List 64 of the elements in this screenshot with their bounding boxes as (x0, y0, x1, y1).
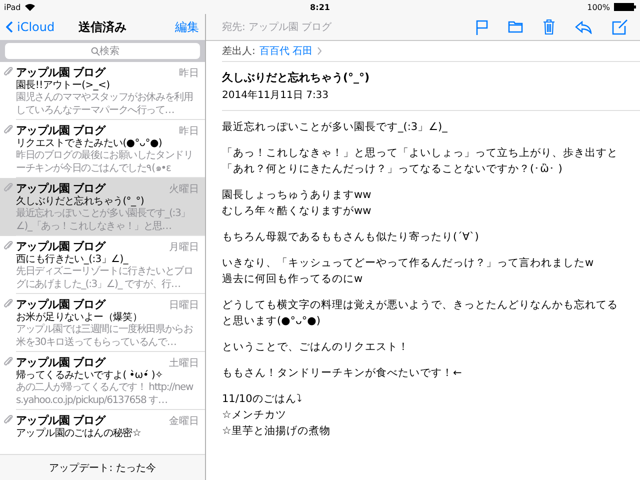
trash-icon[interactable] (543, 19, 555, 35)
message-preview: 園児さんのママやスタッフがお休みを利用していろんなテーマパークへ行って… (16, 92, 194, 117)
message-preview: 最近忘れっぽいことが多い園長です_(:3」∠)_「あっ！これしなきゃ！」と思… (16, 208, 191, 233)
message-date: 昨日 (179, 67, 199, 80)
battery-percent: 100% (587, 2, 610, 12)
body-text: ☆里芋と油揚げの煮物 (222, 424, 332, 439)
sender-name: アップル園 ブログ (16, 413, 106, 428)
from-label: 差出人: (222, 44, 256, 58)
body-text: いきなり、「キッシュってどーやって作るんだっけ？」って言われましたw (222, 256, 595, 271)
sender-name: アップル園 ブログ (16, 239, 106, 254)
flag-icon[interactable] (476, 20, 488, 34)
message-subject: 園長!!アウトー(>_<) (16, 79, 111, 92)
message-date: 月曜日 (169, 241, 199, 254)
message-date: 火曜日 (169, 182, 199, 196)
body-text: ☆メンチカツ (222, 408, 288, 423)
body-text: もちろん母親であるももさんも似たり寄ったり(´∀`) (222, 230, 480, 245)
body-text: 11/10のごはん⤵ (222, 392, 304, 407)
device-label: iPad (4, 2, 21, 12)
message-subject: アップル園のごはんの秘密☆ (16, 427, 142, 440)
body-text: 園長しょっちゅうありますww (222, 188, 372, 203)
compose-icon[interactable] (612, 19, 628, 35)
message-preview: 先日ディズニーリゾートに行きたいとブログにあげました_(:3」∠)_ ですが、行… (16, 266, 194, 291)
body-text: ということで、ごはんのリクエスト！ (222, 340, 410, 355)
update-status: アップデート: たった今 (0, 454, 205, 480)
message-subject: リクエストできたみたい(●°ᴗ°●) (16, 137, 163, 150)
body-text: 「あっ！これしなきゃ！」と思って「よいしょっ」って立ち上がり、歩き出すと「あれ？何とりにきたんだっけ？」ってなることないですか？(･ὢ･ ) (222, 146, 619, 177)
message-preview: あの二人が帰ってくるんです！ http://news.yahoo.co.jp/pickup/6137658 す… (16, 382, 194, 407)
back-button[interactable]: iCloud (6, 20, 55, 34)
message-preview: 昨日のブログの最後にお願いしたタンドリーチキンが今日のごはんでした٩(๑•ε (16, 150, 194, 175)
sender-name: アップル園 ブログ (16, 123, 106, 138)
body-text: ももさん！タンドリーチキンが食べたいです！← (222, 366, 463, 381)
reply-icon[interactable] (575, 20, 592, 34)
email-date: 2014年11月11日 7:33 (222, 89, 330, 103)
sender-name: アップル園 ブログ (16, 181, 106, 196)
search-icon (90, 46, 100, 56)
message-subject: 久しぶりだと忘れちゃう(°_°) (16, 195, 146, 208)
body-text: 過去に何回も作ってるのにw (222, 272, 364, 287)
message-subject: お米が足りないよー（爆笑） (16, 311, 144, 324)
message-date: 日曜日 (169, 299, 199, 312)
sender-name: アップル園 ブログ (16, 355, 106, 370)
search-field[interactable]: 検索 (5, 43, 200, 59)
mailbox-title: 送信済み (78, 18, 126, 36)
recipient-line: 宛先: アップル園 ブログ (222, 20, 332, 34)
email-subject: 久しぶりだと忘れちゃう(°_°) (222, 70, 371, 86)
message-item[interactable]: アップル園 ブログ 火曜日 久しぶりだと忘れちゃう(°_°) 最近忘れっぽいことが多い園長です_(:3」∠)_「あっ！これしなきゃ！」と思… (0, 178, 205, 236)
folder-icon[interactable] (508, 21, 523, 33)
body-text: どうしても横文字の料理は覚えが悪いようで、きっとたんどりなんかも忘れてると思います(●°ᴗ°●) (222, 298, 619, 329)
body-text: 最近忘れっぽいことが多い園長です_(:3」∠)_ (222, 120, 448, 135)
sender-link[interactable]: 百百代 石田 (259, 44, 313, 58)
clock-time: 8:21 (310, 2, 330, 12)
message-preview: アップル園では三週間に一度秋田県からお米を30キロ送ってもらっているんで… (16, 324, 194, 349)
sender-name: アップル園 ブログ (16, 65, 106, 80)
message-date: 昨日 (179, 125, 199, 138)
body-text: むしろ年々酷くなりますがww (222, 204, 372, 219)
message-subject: 帰ってくるみたいですよ( •̀ω•́ )✧ (16, 369, 164, 382)
message-date: 土曜日 (169, 356, 199, 370)
chevron-left-icon (6, 21, 13, 33)
chevron-right-icon (316, 47, 322, 55)
wifi-icon (24, 3, 35, 11)
sender-name: アップル園 ブログ (16, 297, 106, 312)
message-date: 金曜日 (169, 415, 199, 428)
battery-icon (614, 3, 636, 11)
edit-button[interactable]: 編集 (175, 18, 199, 36)
message-subject: 西にも行きたい_(:3」∠)_ (16, 253, 130, 266)
